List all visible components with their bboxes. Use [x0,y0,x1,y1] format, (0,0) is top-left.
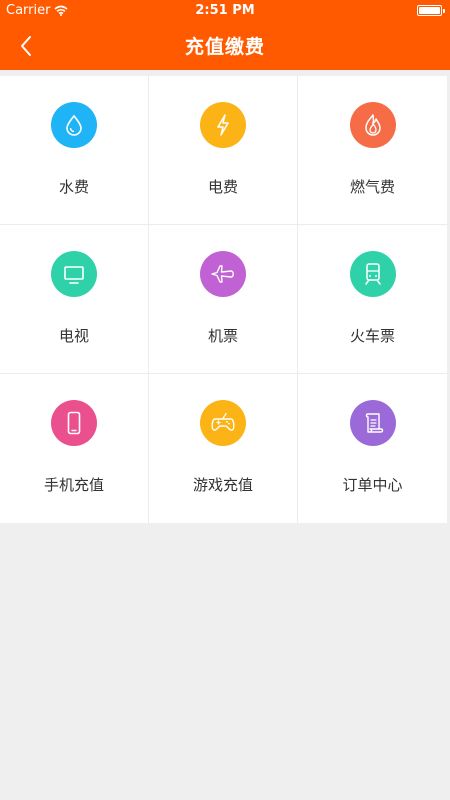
service-gas[interactable]: 燃气费 [298,76,447,225]
service-electricity[interactable]: 电费 [149,76,298,225]
status-time: 2:51 PM [195,3,255,18]
service-flight[interactable]: 机票 [149,225,298,374]
service-label: 订单中心 [342,476,403,494]
water-drop-icon [51,102,97,148]
service-order-center[interactable]: 订单中心 [298,374,447,523]
lightning-icon [200,102,246,148]
service-game-topup[interactable]: 游戏充值 [149,374,298,523]
battery-fill [419,7,440,14]
header: Carrier 2:51 PM 充值缴费 [0,0,450,70]
service-water[interactable]: 水费 [0,76,149,225]
gamepad-icon [200,400,246,446]
service-label: 燃气费 [349,178,395,196]
airplane-icon [200,251,246,297]
service-train[interactable]: 火车票 [298,225,447,374]
service-label: 火车票 [349,327,395,345]
train-icon [349,251,396,297]
service-label: 电费 [207,178,238,196]
mobile-phone-icon [51,400,97,446]
scroll-icon [349,400,396,446]
service-grid: 水费 电费 燃气费 电视 机票 火车票 手机充值 游戏充值 订单中心 [0,76,447,523]
nav-bar: 充值缴费 [0,22,450,70]
service-tv[interactable]: 电视 [0,225,149,374]
service-label: 手机充值 [43,476,104,494]
flame-icon [349,102,396,148]
service-label: 机票 [207,327,238,345]
page-title: 充值缴费 [184,36,265,58]
tv-icon [51,251,97,297]
service-mobile-topup[interactable]: 手机充值 [0,374,149,523]
service-label: 水费 [58,178,89,196]
service-label: 电视 [58,327,89,345]
status-bar: Carrier 2:51 PM [0,0,450,22]
service-label: 游戏充值 [192,476,253,494]
battery-icon [417,5,445,16]
